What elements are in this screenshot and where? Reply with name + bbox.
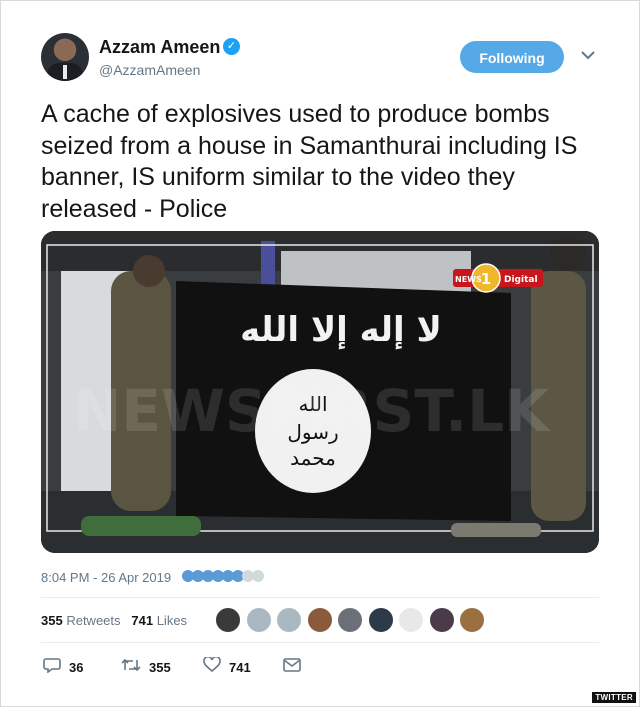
avatar[interactable] xyxy=(337,607,363,633)
retweets-count[interactable]: 355 xyxy=(41,613,63,628)
avatar[interactable] xyxy=(459,607,485,633)
svg-text:محمد: محمد xyxy=(290,446,336,470)
source-badge: TWITTER xyxy=(592,692,636,703)
retweet-icon xyxy=(121,657,141,677)
like-button[interactable]: 741 xyxy=(203,655,251,678)
liker-avatars xyxy=(215,607,490,633)
channel-logo-text: Digital xyxy=(504,275,538,285)
likes-label[interactable]: Likes xyxy=(157,613,187,628)
divider xyxy=(41,642,599,643)
avatar[interactable] xyxy=(215,607,241,633)
avatar[interactable] xyxy=(245,607,272,633)
reply-button[interactable]: 36 xyxy=(43,657,83,678)
verified-badge-icon: ✓ xyxy=(223,38,240,55)
direct-message-button[interactable] xyxy=(283,657,309,677)
avatar[interactable] xyxy=(306,607,333,633)
likes-count[interactable]: 741 xyxy=(131,613,153,628)
svg-text:NEWSFIRST.LK: NEWSFIRST.LK xyxy=(73,377,551,445)
reply-count: 36 xyxy=(69,660,84,675)
tweet-timestamp[interactable]: 8:04 PM - 26 Apr 2019 xyxy=(41,570,171,585)
retweets-label[interactable]: Retweets xyxy=(66,613,120,628)
channel-prefix: NEWS xyxy=(455,275,482,284)
avatar[interactable] xyxy=(367,607,394,633)
avatar[interactable] xyxy=(428,607,455,633)
avatar[interactable] xyxy=(41,33,89,81)
svg-text:لا إله إلا الله: لا إله إلا الله xyxy=(240,310,442,350)
tweet-card: Azzam Ameen ✓ @AzzamAmeen Following A ca… xyxy=(0,0,640,707)
like-count: 741 xyxy=(229,660,251,675)
retweet-button[interactable]: 355 xyxy=(121,657,171,677)
retweet-count: 355 xyxy=(149,659,171,675)
tweet-media-image[interactable]: لا إله إلا الله الله رسول محمد NEWSFIRST… xyxy=(41,231,599,553)
divider xyxy=(41,597,599,598)
envelope-icon xyxy=(283,657,301,677)
heart-icon xyxy=(203,655,221,678)
loading-dots-indicator xyxy=(182,570,264,582)
following-button[interactable]: Following xyxy=(460,41,564,73)
avatar[interactable] xyxy=(398,607,424,633)
chevron-down-icon[interactable] xyxy=(581,47,595,65)
author-handle[interactable]: @AzzamAmeen xyxy=(99,62,200,78)
avatar[interactable] xyxy=(276,607,302,633)
engagement-stats: 355 Retweets 741 Likes xyxy=(41,613,187,628)
reply-icon xyxy=(43,657,61,678)
author-name[interactable]: Azzam Ameen xyxy=(99,37,220,58)
tweet-text: A cache of explosives used to produce bo… xyxy=(41,100,578,223)
svg-text:1: 1 xyxy=(481,270,491,288)
